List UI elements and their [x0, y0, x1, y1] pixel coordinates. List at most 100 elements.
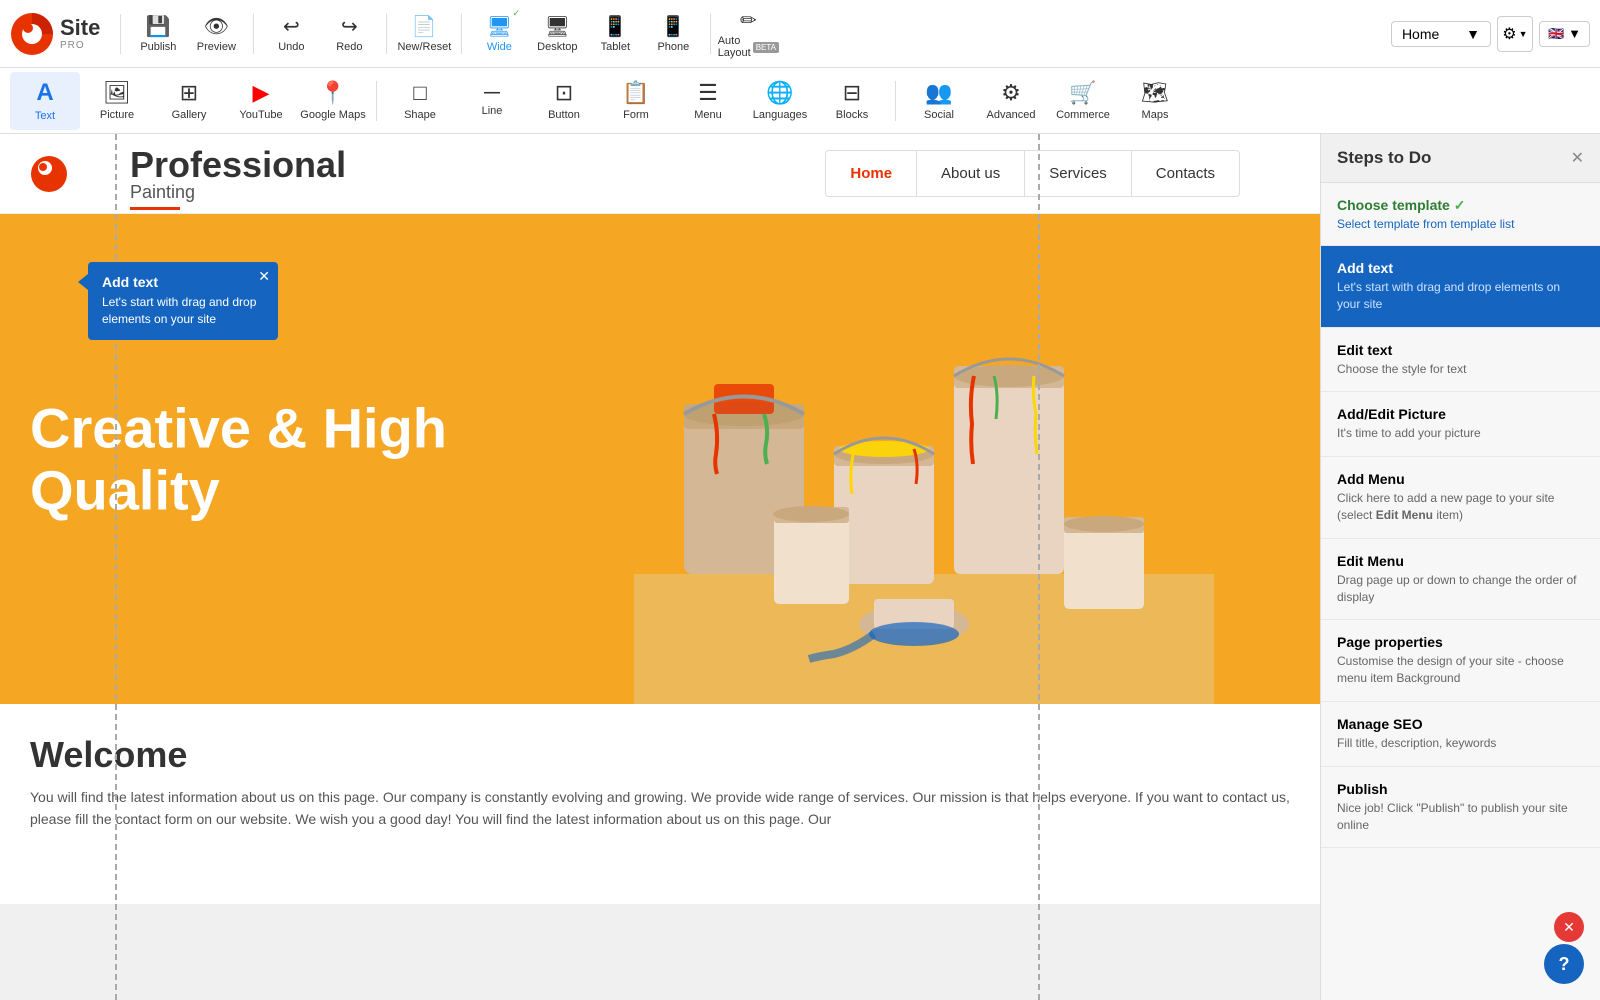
- step-add-edit-picture[interactable]: Add/Edit Picture It's time to add your p…: [1321, 392, 1600, 457]
- page-selector-area: Home ▼ ⚙ ▼ 🇬🇧 ▼: [1391, 16, 1590, 52]
- publish-button[interactable]: 💾 Publish: [131, 7, 185, 61]
- hero-title: Creative & High Quality: [30, 397, 447, 520]
- button-icon: ⊡: [555, 80, 573, 106]
- tool-text[interactable]: A Text: [10, 72, 80, 130]
- tool-maps[interactable]: 🗺 Maps: [1120, 72, 1190, 130]
- desktop-button[interactable]: 🖥 Desktop: [530, 7, 584, 61]
- undo-icon: ↩: [283, 14, 300, 39]
- preview-icon: 👁: [204, 14, 229, 39]
- menu-label: Menu: [694, 109, 722, 121]
- page-dropdown[interactable]: Home ▼: [1391, 21, 1491, 47]
- redo-button[interactable]: ↪ Redo: [322, 7, 376, 61]
- desktop-label: Desktop: [537, 41, 577, 53]
- divider-1: [120, 14, 121, 54]
- tool-picture[interactable]: 🖼 Picture: [82, 72, 152, 130]
- step-manage-seo[interactable]: Manage SEO Fill title, description, keyw…: [1321, 702, 1600, 767]
- tool-button[interactable]: ⊡ Button: [529, 72, 599, 130]
- step-page-properties[interactable]: Page properties Customise the design of …: [1321, 620, 1600, 702]
- redo-icon: ↪: [341, 14, 358, 39]
- hero-title-line2: Quality: [30, 458, 220, 521]
- tool-google-maps[interactable]: 📍 Google Maps: [298, 72, 368, 130]
- tool-commerce[interactable]: 🛒 Commerce: [1048, 72, 1118, 130]
- main-content: Professional Painting Home About us Serv…: [0, 134, 1600, 1000]
- gallery-icon: ⊞: [180, 80, 198, 106]
- phone-button[interactable]: 📱 Phone: [646, 7, 700, 61]
- second-toolbar: A Text 🖼 Picture ⊞ Gallery ▶ YouTube 📍 G…: [0, 68, 1600, 134]
- step-edit-menu[interactable]: Edit Menu Drag page up or down to change…: [1321, 539, 1600, 621]
- nav-contacts[interactable]: Contacts: [1132, 151, 1239, 196]
- tool-shape[interactable]: □ Shape: [385, 72, 455, 130]
- undo-button[interactable]: ↩ Undo: [264, 7, 318, 61]
- auto-layout-button[interactable]: ✏ Auto Layout BETA: [721, 7, 775, 61]
- tool-gallery[interactable]: ⊞ Gallery: [154, 72, 224, 130]
- help-button[interactable]: ?: [1544, 944, 1584, 984]
- advanced-label: Advanced: [987, 109, 1036, 121]
- text-label: Text: [35, 110, 55, 122]
- step-publish[interactable]: Publish Nice job! Click "Publish" to pub…: [1321, 767, 1600, 849]
- tool-languages[interactable]: 🌐 Languages: [745, 72, 815, 130]
- maps-icon: 🗺: [1141, 80, 1169, 106]
- preview-button[interactable]: 👁 Preview: [189, 7, 243, 61]
- step-edit-text-title: Edit text: [1337, 342, 1584, 358]
- tool-line[interactable]: — Line: [457, 72, 527, 130]
- shape-label: Shape: [404, 109, 436, 121]
- step-manage-seo-desc: Fill title, description, keywords: [1337, 735, 1584, 752]
- step-edit-text[interactable]: Edit text Choose the style for text: [1321, 328, 1600, 393]
- nav-about[interactable]: About us: [917, 151, 1025, 196]
- redo-label: Redo: [336, 41, 362, 53]
- tool-youtube[interactable]: ▶ YouTube: [226, 72, 296, 130]
- tool-social[interactable]: 👥 Social: [904, 72, 974, 130]
- nav-services[interactable]: Services: [1025, 151, 1132, 196]
- form-label: Form: [623, 109, 649, 121]
- steps-close-button[interactable]: ✕: [1571, 148, 1584, 168]
- step-add-menu[interactable]: Add Menu Click here to add a new page to…: [1321, 457, 1600, 539]
- gear-dropdown-icon: ▼: [1519, 29, 1528, 39]
- tooltip-description: Let's start with drag and drop elements …: [102, 294, 264, 328]
- step-add-menu-desc: Click here to add a new page to your sit…: [1337, 490, 1584, 524]
- site-nav: Home About us Services Contacts: [825, 150, 1240, 197]
- professional-area: Professional Painting: [130, 144, 346, 210]
- youtube-icon: ▶: [253, 80, 270, 106]
- step-add-text[interactable]: Add text Let's start with drag and drop …: [1321, 246, 1600, 328]
- wide-button[interactable]: 🖥 ✓ Wide: [472, 7, 526, 61]
- divider-4: [461, 14, 462, 54]
- tool-blocks[interactable]: ⊟ Blocks: [817, 72, 887, 130]
- toolbar2-divider2: [895, 81, 896, 121]
- edit-menu-bold: Edit Menu: [1376, 508, 1433, 522]
- language-button[interactable]: 🇬🇧 ▼: [1539, 21, 1590, 47]
- tool-advanced[interactable]: ⚙ Advanced: [976, 72, 1046, 130]
- undo-label: Undo: [278, 41, 304, 53]
- settings-button[interactable]: ⚙ ▼: [1497, 16, 1533, 52]
- step-edit-menu-title: Edit Menu: [1337, 553, 1584, 569]
- dropdown-arrow-icon: ▼: [1466, 26, 1480, 42]
- beta-badge: BETA: [753, 42, 779, 53]
- line-icon: —: [484, 84, 500, 102]
- auto-layout-label: Auto Layout: [718, 35, 751, 59]
- phone-icon: 📱: [661, 14, 686, 39]
- tablet-button[interactable]: 📱 Tablet: [588, 7, 642, 61]
- hero-text: Creative & High Quality: [30, 397, 447, 520]
- divider-5: [710, 14, 711, 54]
- tablet-icon: 📱: [603, 14, 628, 39]
- tool-form[interactable]: 📋 Form: [601, 72, 671, 130]
- top-toolbar: Site PRO 💾 Publish 👁 Preview ↩ Undo ↪ Re…: [0, 0, 1600, 68]
- menu-icon: ☰: [698, 80, 718, 106]
- nav-home[interactable]: Home: [826, 151, 917, 196]
- tool-menu[interactable]: ☰ Menu: [673, 72, 743, 130]
- commerce-label: Commerce: [1056, 109, 1110, 121]
- text-icon: A: [36, 79, 53, 107]
- step-choose-template[interactable]: Choose template ✓ Select template from t…: [1321, 183, 1600, 246]
- logo-text: Site PRO: [60, 16, 100, 51]
- step-add-text-title: Add text: [1337, 260, 1584, 276]
- advanced-icon: ⚙: [1001, 80, 1021, 106]
- new-reset-label: New/Reset: [397, 41, 451, 53]
- step-add-edit-picture-desc: It's time to add your picture: [1337, 425, 1584, 442]
- wide-label: Wide: [487, 41, 512, 53]
- gallery-label: Gallery: [172, 109, 207, 121]
- close-help-button[interactable]: ✕: [1554, 912, 1584, 942]
- new-reset-button[interactable]: 📄 New/Reset: [397, 7, 451, 61]
- maps-label: Maps: [1142, 109, 1169, 121]
- tooltip-close-button[interactable]: ✕: [258, 268, 270, 285]
- phone-label: Phone: [657, 41, 689, 53]
- page-name: Home: [1402, 26, 1439, 42]
